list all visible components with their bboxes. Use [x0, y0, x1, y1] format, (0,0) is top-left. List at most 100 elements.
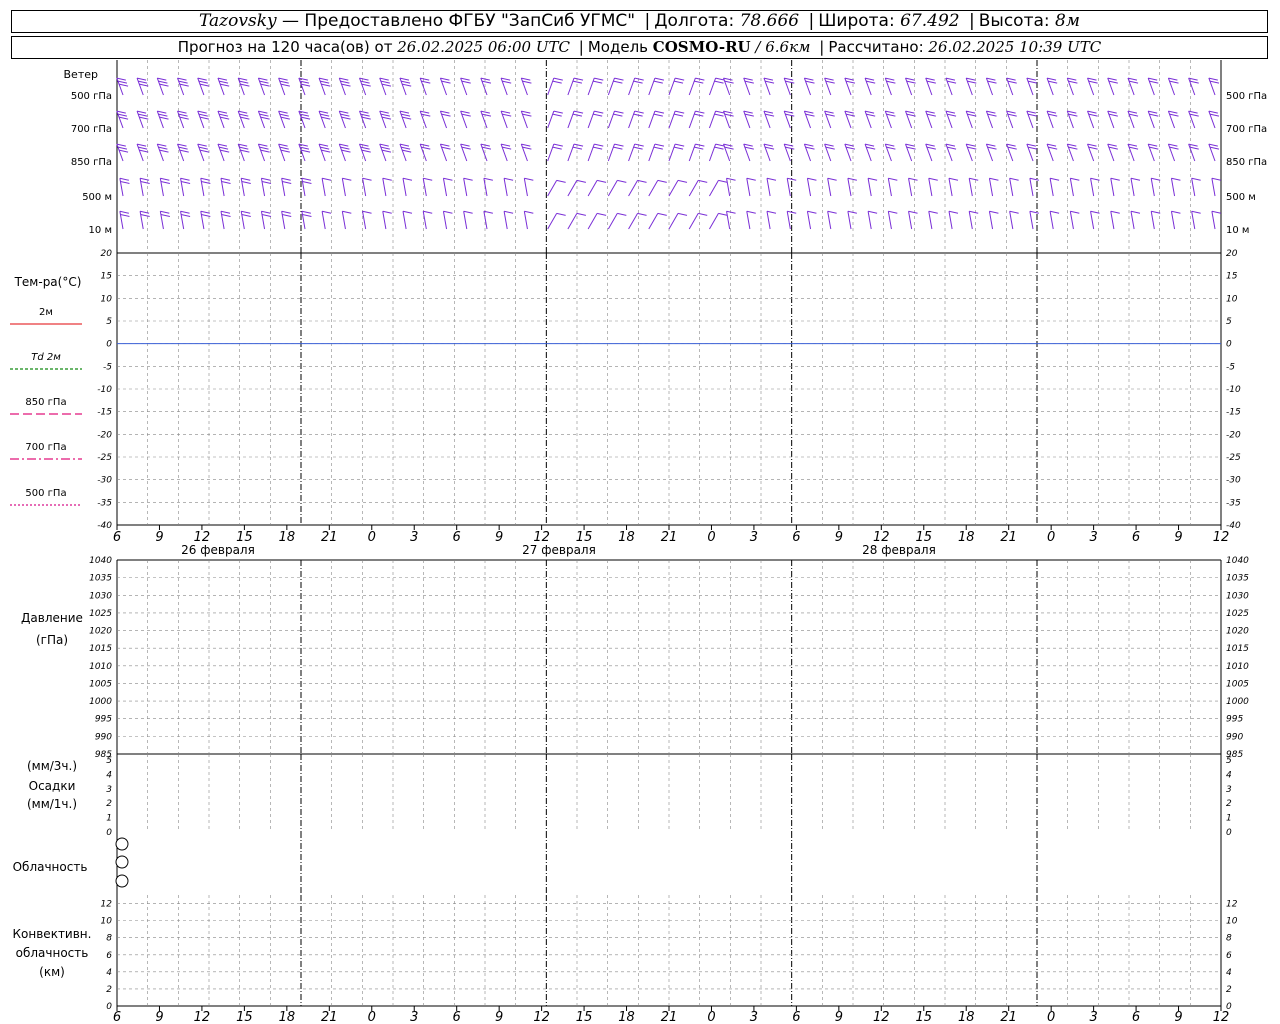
- temp-tick-right: 5: [1226, 317, 1232, 327]
- wind-barb-flag: [1007, 146, 1017, 150]
- wind-barb-staff: [948, 211, 953, 230]
- wind-barb-flag: [1108, 146, 1118, 150]
- wind-barb-staff: [1188, 77, 1196, 96]
- wind-barb-staff: [399, 77, 407, 96]
- precip-unit-3h: (мм/3ч.): [27, 759, 77, 773]
- hour-tick-label: 3: [1089, 530, 1097, 545]
- wind-barb-flag: [1067, 143, 1077, 147]
- pressure-tick-right: 1010: [1226, 662, 1249, 672]
- wind-barb-staff: [908, 178, 913, 197]
- hour-tick-label: 9: [495, 530, 503, 545]
- wind-barb-flag: [1046, 77, 1057, 81]
- wind-barb-staff: [708, 143, 717, 162]
- wind-barb-staff: [803, 143, 812, 162]
- wind-barb-flag: [1128, 113, 1139, 117]
- wind-barb-flag: [300, 83, 311, 87]
- wind-barb-flag: [766, 210, 777, 214]
- wind-barb-flag: [1169, 146, 1179, 150]
- wind-barb-flag: [241, 180, 251, 184]
- wind-barb-flag: [160, 180, 170, 184]
- pressure-tick-left: 1010: [89, 662, 112, 672]
- hour-tick-label: 18: [279, 530, 296, 545]
- wind-barb-flag: [967, 146, 977, 150]
- wind-barb-flag: [524, 210, 534, 214]
- wind-barb: [1211, 177, 1221, 197]
- wind-barb: [547, 179, 566, 197]
- wind-barb: [988, 210, 999, 230]
- wind-barb-flag: [634, 77, 644, 81]
- wind-barb-flag: [576, 212, 586, 216]
- wind-barb: [237, 110, 250, 129]
- wind-barb-flag: [966, 110, 976, 114]
- wind-barb: [688, 143, 705, 162]
- wind-barb: [1029, 210, 1039, 230]
- wind-barb: [806, 177, 817, 197]
- wind-barb: [668, 179, 688, 197]
- wind-barb-flag: [653, 113, 663, 117]
- wind-barb-flag: [199, 116, 210, 120]
- wind-barb-flag: [502, 113, 512, 117]
- wind-barb-staff: [197, 110, 205, 129]
- wind-barb-flag: [421, 113, 431, 117]
- wind-barb: [500, 143, 512, 162]
- wind-barb-flag: [157, 143, 167, 147]
- wind-barb: [180, 210, 191, 230]
- wind-barb-flag: [381, 83, 392, 87]
- wind-barb-flag: [320, 113, 330, 117]
- wind-barb-flag: [614, 143, 624, 147]
- wind-barb: [399, 77, 412, 96]
- wind-barb-flag: [594, 77, 604, 81]
- wind-barb-flag: [1189, 113, 1199, 117]
- wind-barb-staff: [298, 110, 306, 129]
- wind-barb-staff: [500, 110, 508, 129]
- wind-barb-flag: [139, 149, 149, 153]
- wind-barb-staff: [587, 110, 595, 129]
- hour-tick-label: 6: [792, 530, 800, 545]
- wind-barb-staff: [1191, 211, 1196, 230]
- hour-tick-label: 21: [321, 530, 338, 545]
- hour-tick-label-bottom: 9: [155, 1010, 163, 1024]
- wind-barb-staff: [1029, 178, 1034, 197]
- wind-barb-staff: [743, 110, 751, 129]
- cloud-cover-symbol: [115, 837, 129, 851]
- wind-barb-staff: [257, 143, 266, 162]
- wind-barb-flag: [804, 110, 814, 114]
- wind-barb-flag: [240, 149, 250, 153]
- wind-barb-flag: [217, 143, 228, 147]
- wind-barb-flag: [280, 116, 290, 120]
- wind-barb-staff: [743, 143, 751, 162]
- wind-barb-staff: [1211, 211, 1216, 230]
- wind-barb-flag: [139, 116, 149, 120]
- wind-barb-flag: [320, 146, 330, 150]
- wind-barb-flag: [217, 110, 228, 114]
- wind-barb: [726, 177, 736, 197]
- wind-barb: [1188, 110, 1199, 129]
- wind-barb-flag: [281, 210, 291, 214]
- wind-barb-flag: [824, 110, 834, 114]
- wind-barb-flag: [278, 110, 288, 114]
- wind-barb-staff: [298, 143, 306, 162]
- wind-barb-flag: [399, 143, 410, 147]
- wind-barb-staff: [968, 211, 973, 230]
- wind-barb-staff: [746, 211, 751, 230]
- wind-barb-staff: [1150, 178, 1155, 197]
- wind-barb-staff: [708, 77, 717, 96]
- hour-tick-label: 18: [618, 530, 635, 545]
- wind-barb-flag: [1048, 80, 1058, 84]
- wind-barb: [628, 212, 647, 230]
- conv-tick-left: 2: [106, 985, 112, 995]
- wind-barb-flag: [1108, 80, 1118, 84]
- wind-barb-flag: [198, 146, 208, 150]
- wind-barb-flag: [764, 113, 775, 117]
- wind-barb-staff: [945, 77, 953, 96]
- wind-barb-flag: [178, 146, 188, 150]
- wind-barb-staff: [480, 110, 488, 129]
- wind-barb: [1170, 177, 1181, 197]
- wind-barb-staff: [945, 143, 953, 162]
- wind-barb-staff: [402, 211, 407, 230]
- wind-barb-staff: [965, 110, 973, 129]
- wind-barb-staff: [197, 143, 205, 162]
- wind-barb-staff: [257, 77, 266, 96]
- wind-barb-flag: [381, 149, 392, 153]
- wind-barb: [1208, 110, 1220, 129]
